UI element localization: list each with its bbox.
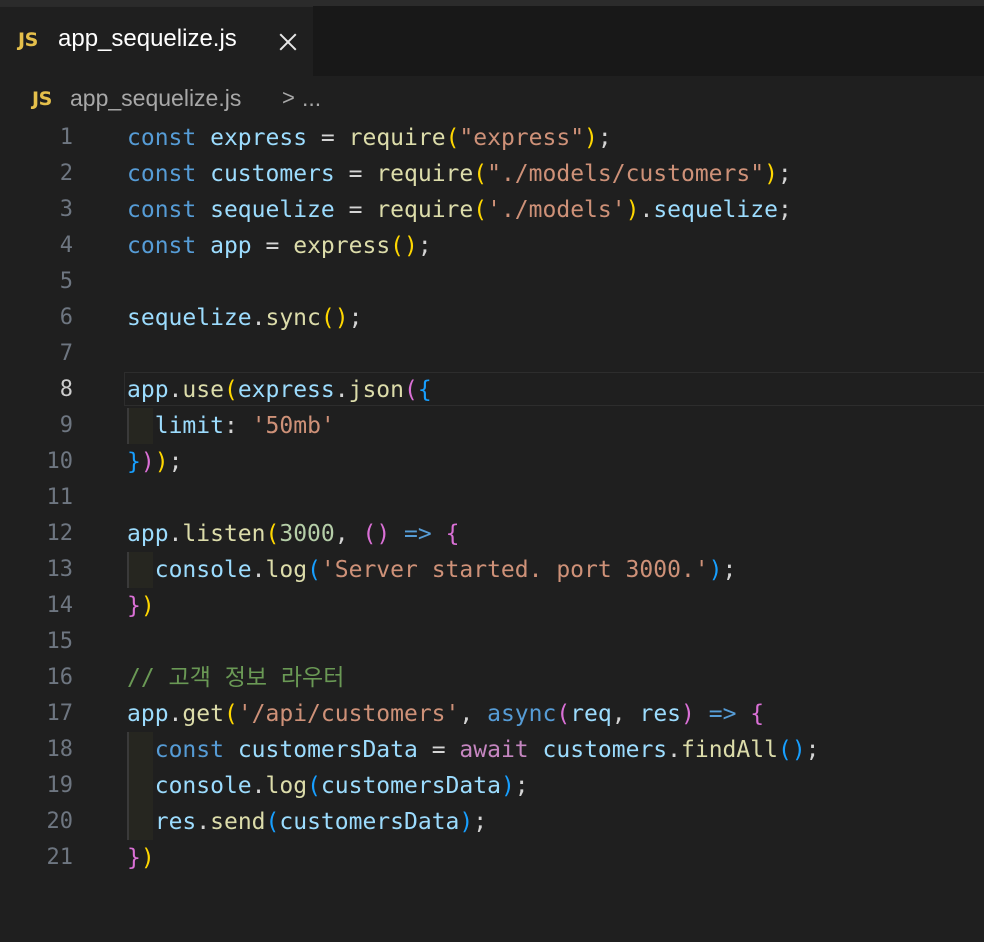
line-number: 10 <box>46 449 74 474</box>
code-text[interactable]: limit: '50mb' <box>127 408 335 444</box>
code-text[interactable]: }) <box>127 840 155 876</box>
code-line[interactable]: 8 app.use(express.json({ <box>0 372 984 408</box>
editor-tab[interactable]: JS app_sequelize.js <box>0 6 313 76</box>
line-number: 4 <box>59 233 73 258</box>
tab-title[interactable]: app_sequelize.js <box>58 25 237 53</box>
line-number: 18 <box>46 737 74 762</box>
breadcrumb: JS app_sequelize.js > ... <box>0 76 984 120</box>
code-line[interactable]: 5 <box>0 264 984 300</box>
code-line[interactable]: 3 const sequelize = require('./models').s… <box>0 192 984 228</box>
line-number: 5 <box>59 269 73 294</box>
code-text[interactable]: const customers = require("./models/cust… <box>127 156 792 192</box>
breadcrumb-file[interactable]: app_sequelize.js <box>70 85 241 112</box>
code-text[interactable]: })); <box>127 444 182 480</box>
code-text[interactable]: const app = express(); <box>127 228 432 264</box>
code-text[interactable]: res.send(customersData); <box>127 804 487 840</box>
code-text[interactable]: console.log('Server started. port 3000.'… <box>127 552 737 588</box>
line-number: 21 <box>46 845 74 870</box>
line-number: 14 <box>46 593 74 618</box>
code-line[interactable]: 1 const express = require("express"); <box>0 120 984 156</box>
code-line[interactable]: 16 // 고객 정보 라우터 <box>0 660 984 696</box>
line-number: 15 <box>46 629 74 654</box>
code-line[interactable]: 21}) <box>0 840 984 876</box>
code-text[interactable]: app.use(express.json({ <box>127 372 432 408</box>
line-number: 3 <box>59 197 73 222</box>
line-number: 16 <box>46 665 74 690</box>
code-line[interactable]: 19 console.log(customersData); <box>0 768 984 804</box>
code-line[interactable]: 10})); <box>0 444 984 480</box>
code-text[interactable]: app.listen(3000, () => { <box>127 516 459 552</box>
code-line[interactable]: 11 <box>0 480 984 516</box>
line-number: 13 <box>46 557 74 582</box>
chevron-right-icon: > <box>282 85 295 110</box>
line-number: 1 <box>59 125 73 150</box>
breadcrumb-symbols[interactable]: ... <box>302 85 321 112</box>
line-number: 9 <box>59 413 73 438</box>
line-number: 8 <box>59 377 73 402</box>
js-file-icon: JS <box>18 29 38 51</box>
code-text[interactable]: console.log(customersData); <box>127 768 529 804</box>
code-line[interactable]: 4 const app = express(); <box>0 228 984 264</box>
code-line[interactable]: 13 console.log('Server started. port 300… <box>0 552 984 588</box>
line-number: 20 <box>46 809 74 834</box>
line-number: 2 <box>59 161 73 186</box>
code-line[interactable]: 7 <box>0 336 984 372</box>
code-text[interactable]: app.get('/api/customers', async(req, res… <box>127 696 764 732</box>
code-text[interactable]: // 고객 정보 라우터 <box>127 660 344 696</box>
code-line[interactable]: 2 const customers = require("./models/cus… <box>0 156 984 192</box>
code-line[interactable]: 15 <box>0 624 984 660</box>
code-text[interactable]: const express = require("express"); <box>127 120 612 156</box>
code-text[interactable]: const sequelize = require('./models').se… <box>127 192 792 228</box>
code-line[interactable]: 14}) <box>0 588 984 624</box>
line-number: 7 <box>59 341 73 366</box>
code-text[interactable]: const customersData = await customers.fi… <box>127 732 820 768</box>
code-line[interactable]: 17 app.get('/api/customers', async(req, r… <box>0 696 984 732</box>
js-file-icon: JS <box>32 88 52 110</box>
code-line[interactable]: 9 limit: '50mb' <box>0 408 984 444</box>
code-line[interactable]: 20 res.send(customersData); <box>0 804 984 840</box>
line-number: 19 <box>46 773 74 798</box>
close-icon[interactable] <box>273 27 303 57</box>
line-number: 6 <box>59 305 73 330</box>
tab-bar: JS app_sequelize.js <box>0 6 984 76</box>
line-number: 11 <box>46 485 74 510</box>
code-editor[interactable]: 1 const express = require("express"); 2 con… <box>0 120 984 942</box>
line-number: 17 <box>46 701 74 726</box>
code-text[interactable]: sequelize.sync(); <box>127 300 362 336</box>
code-line[interactable]: 6 sequelize.sync(); <box>0 300 984 336</box>
code-line[interactable]: 18 const customersData = await customers… <box>0 732 984 768</box>
line-number: 12 <box>46 521 74 546</box>
code-text[interactable]: }) <box>127 588 155 624</box>
code-line[interactable]: 12 app.listen(3000, () => { <box>0 516 984 552</box>
